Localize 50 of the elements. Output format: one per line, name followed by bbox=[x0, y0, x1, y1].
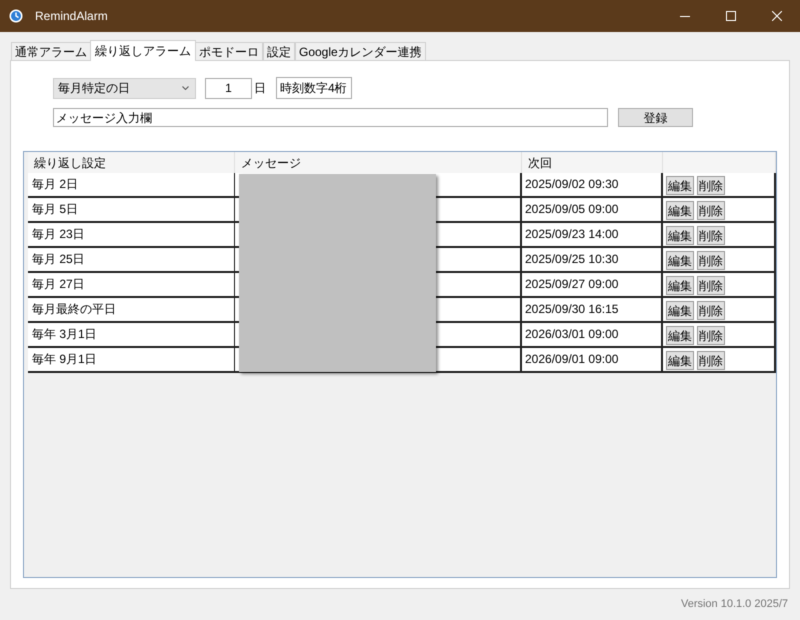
table-cell: 2025/09/30 16:15 bbox=[522, 298, 663, 321]
edit-button[interactable]: 編集 bbox=[666, 351, 694, 370]
repeat-type-dropdown[interactable]: 毎月特定の日 bbox=[53, 78, 196, 98]
delete-button[interactable]: 削除 bbox=[697, 276, 725, 295]
tab[interactable]: Googleカレンダー連携 bbox=[295, 42, 426, 60]
table-cell: 毎月 5日 bbox=[28, 198, 235, 221]
delete-button[interactable]: 削除 bbox=[697, 176, 725, 195]
table-cell: 毎月 25日 bbox=[28, 248, 235, 271]
chevron-icon bbox=[182, 86, 189, 90]
message-input-field[interactable]: メッセージ入力欄 bbox=[53, 108, 608, 127]
table-cell: 毎月 27日 bbox=[28, 273, 235, 296]
edit-button[interactable]: 編集 bbox=[666, 251, 694, 270]
delete-button[interactable]: 削除 bbox=[697, 326, 725, 345]
tab[interactable]: ポモドーロ bbox=[195, 42, 263, 60]
table-cell: 2025/09/27 09:00 bbox=[522, 273, 663, 296]
edit-button[interactable]: 編集 bbox=[666, 276, 694, 295]
edit-button[interactable]: 編集 bbox=[666, 201, 694, 220]
edit-button[interactable]: 編集 bbox=[666, 301, 694, 320]
tab[interactable]: 通常アラーム bbox=[11, 42, 91, 60]
tab[interactable]: 設定 bbox=[263, 42, 295, 60]
edit-button[interactable]: 編集 bbox=[666, 326, 694, 345]
version-label: Version 10.1.0 2025/7 bbox=[680, 597, 788, 612]
table-cell: 2025/09/05 09:00 bbox=[522, 198, 663, 221]
edit-button[interactable]: 編集 bbox=[666, 226, 694, 245]
delete-button[interactable]: 削除 bbox=[697, 351, 725, 370]
table-cell: 2025/09/23 14:00 bbox=[522, 223, 663, 246]
dropdown-value: 毎月特定の日 bbox=[58, 80, 130, 97]
delete-button[interactable]: 削除 bbox=[697, 201, 725, 220]
delete-button[interactable]: 削除 bbox=[697, 226, 725, 245]
table-cell: 2026/03/01 09:00 bbox=[522, 323, 663, 346]
maximize-icon bbox=[726, 11, 736, 21]
table-cell: 毎月 2日 bbox=[28, 173, 235, 196]
clock-icon bbox=[9, 9, 23, 23]
tab[interactable]: 繰り返しアラーム bbox=[90, 40, 196, 61]
table-cell: 2026/09/01 09:00 bbox=[522, 348, 663, 371]
table-cell: 2025/09/25 10:30 bbox=[522, 248, 663, 271]
close-icon bbox=[772, 11, 782, 21]
table-cell: 毎月 23日 bbox=[28, 223, 235, 246]
window-title: RemindAlarm bbox=[35, 8, 108, 25]
table-cell: 毎月最終の平日 bbox=[28, 298, 235, 321]
edit-button[interactable]: 編集 bbox=[666, 176, 694, 195]
day-input-field[interactable]: 1 bbox=[205, 78, 252, 98]
table-cell: 毎年 3月1日 bbox=[28, 323, 235, 346]
day-unit-label: 日 bbox=[254, 80, 266, 97]
delete-button[interactable]: 削除 bbox=[697, 301, 725, 320]
time-input-field[interactable]: 時刻数字4桁 bbox=[276, 77, 352, 99]
table-cell: 毎年 9月1日 bbox=[28, 348, 235, 371]
register-button[interactable]: 登録 bbox=[618, 108, 693, 127]
delete-button[interactable]: 削除 bbox=[697, 251, 725, 270]
table-cell: 2025/09/02 09:30 bbox=[522, 173, 663, 196]
